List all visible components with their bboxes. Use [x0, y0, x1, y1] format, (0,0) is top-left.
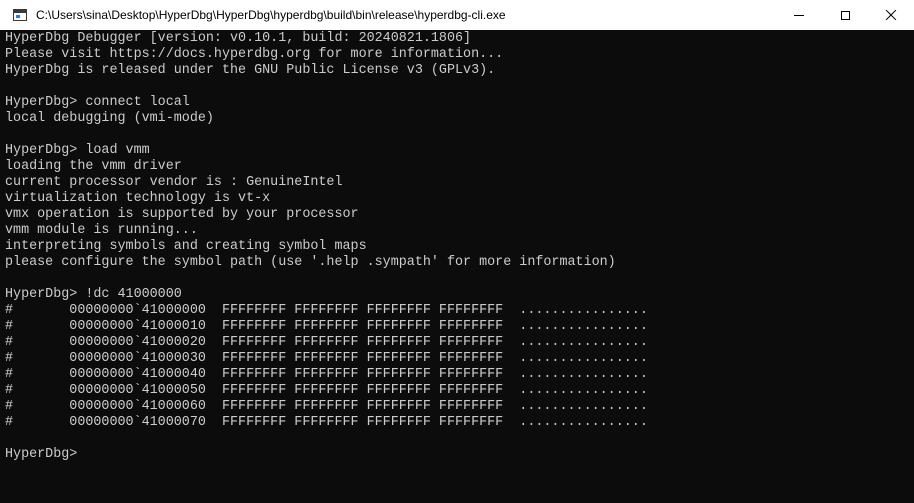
- console-line: vmm module is running...: [5, 223, 198, 238]
- memory-dump-row: # 00000000`41000030 FFFFFFFF FFFFFFFF FF…: [5, 351, 648, 366]
- console-app-icon[interactable]: [13, 9, 27, 21]
- window-title: C:\Users\sina\Desktop\HyperDbg\HyperDbg\…: [36, 8, 506, 22]
- console-line: virtualization technology is vt-x: [5, 191, 271, 206]
- memory-dump-row: # 00000000`41000020 FFFFFFFF FFFFFFFF FF…: [5, 335, 648, 350]
- title-bar[interactable]: C:\Users\sina\Desktop\HyperDbg\HyperDbg\…: [0, 0, 914, 30]
- console-line: local debugging (vmi-mode): [5, 111, 214, 126]
- close-button[interactable]: [868, 0, 914, 30]
- memory-dump-row: # 00000000`41000050 FFFFFFFF FFFFFFFF FF…: [5, 383, 648, 398]
- console-line: vmx operation is supported by your proce…: [5, 207, 359, 222]
- command-prompt[interactable]: HyperDbg>: [5, 447, 914, 463]
- console-line: interpreting symbols and creating symbol…: [5, 239, 367, 254]
- close-icon: [885, 9, 897, 21]
- console-line: HyperDbg Debugger [version: v0.10.1, bui…: [5, 31, 472, 46]
- console-output[interactable]: HyperDbg Debugger [version: v0.10.1, bui…: [0, 30, 914, 503]
- console-line: HyperDbg> !dc 41000000: [5, 287, 182, 302]
- console-line: HyperDbg> load vmm: [5, 143, 150, 158]
- maximize-icon: [840, 10, 850, 20]
- memory-dump-row: # 00000000`41000070 FFFFFFFF FFFFFFFF FF…: [5, 415, 648, 430]
- memory-dump-row: # 00000000`41000060 FFFFFFFF FFFFFFFF FF…: [5, 399, 648, 414]
- console-line: please configure the symbol path (use '.…: [5, 255, 616, 270]
- console-line: HyperDbg is released under the GNU Publi…: [5, 63, 496, 78]
- console-window: C:\Users\sina\Desktop\HyperDbg\HyperDbg\…: [0, 0, 914, 503]
- minimize-icon: [794, 14, 804, 16]
- console-line: Please visit https://docs.hyperdbg.org f…: [5, 47, 504, 62]
- memory-dump-row: # 00000000`41000010 FFFFFFFF FFFFFFFF FF…: [5, 319, 648, 334]
- minimize-button[interactable]: [776, 0, 822, 30]
- memory-dump-row: # 00000000`41000000 FFFFFFFF FFFFFFFF FF…: [5, 303, 648, 318]
- maximize-button[interactable]: [822, 0, 868, 30]
- memory-dump-row: # 00000000`41000040 FFFFFFFF FFFFFFFF FF…: [5, 367, 648, 382]
- console-line: loading the vmm driver: [5, 159, 182, 174]
- console-line: HyperDbg> connect local: [5, 95, 190, 110]
- window-controls: [776, 0, 914, 30]
- console-line: current processor vendor is : GenuineInt…: [5, 175, 343, 190]
